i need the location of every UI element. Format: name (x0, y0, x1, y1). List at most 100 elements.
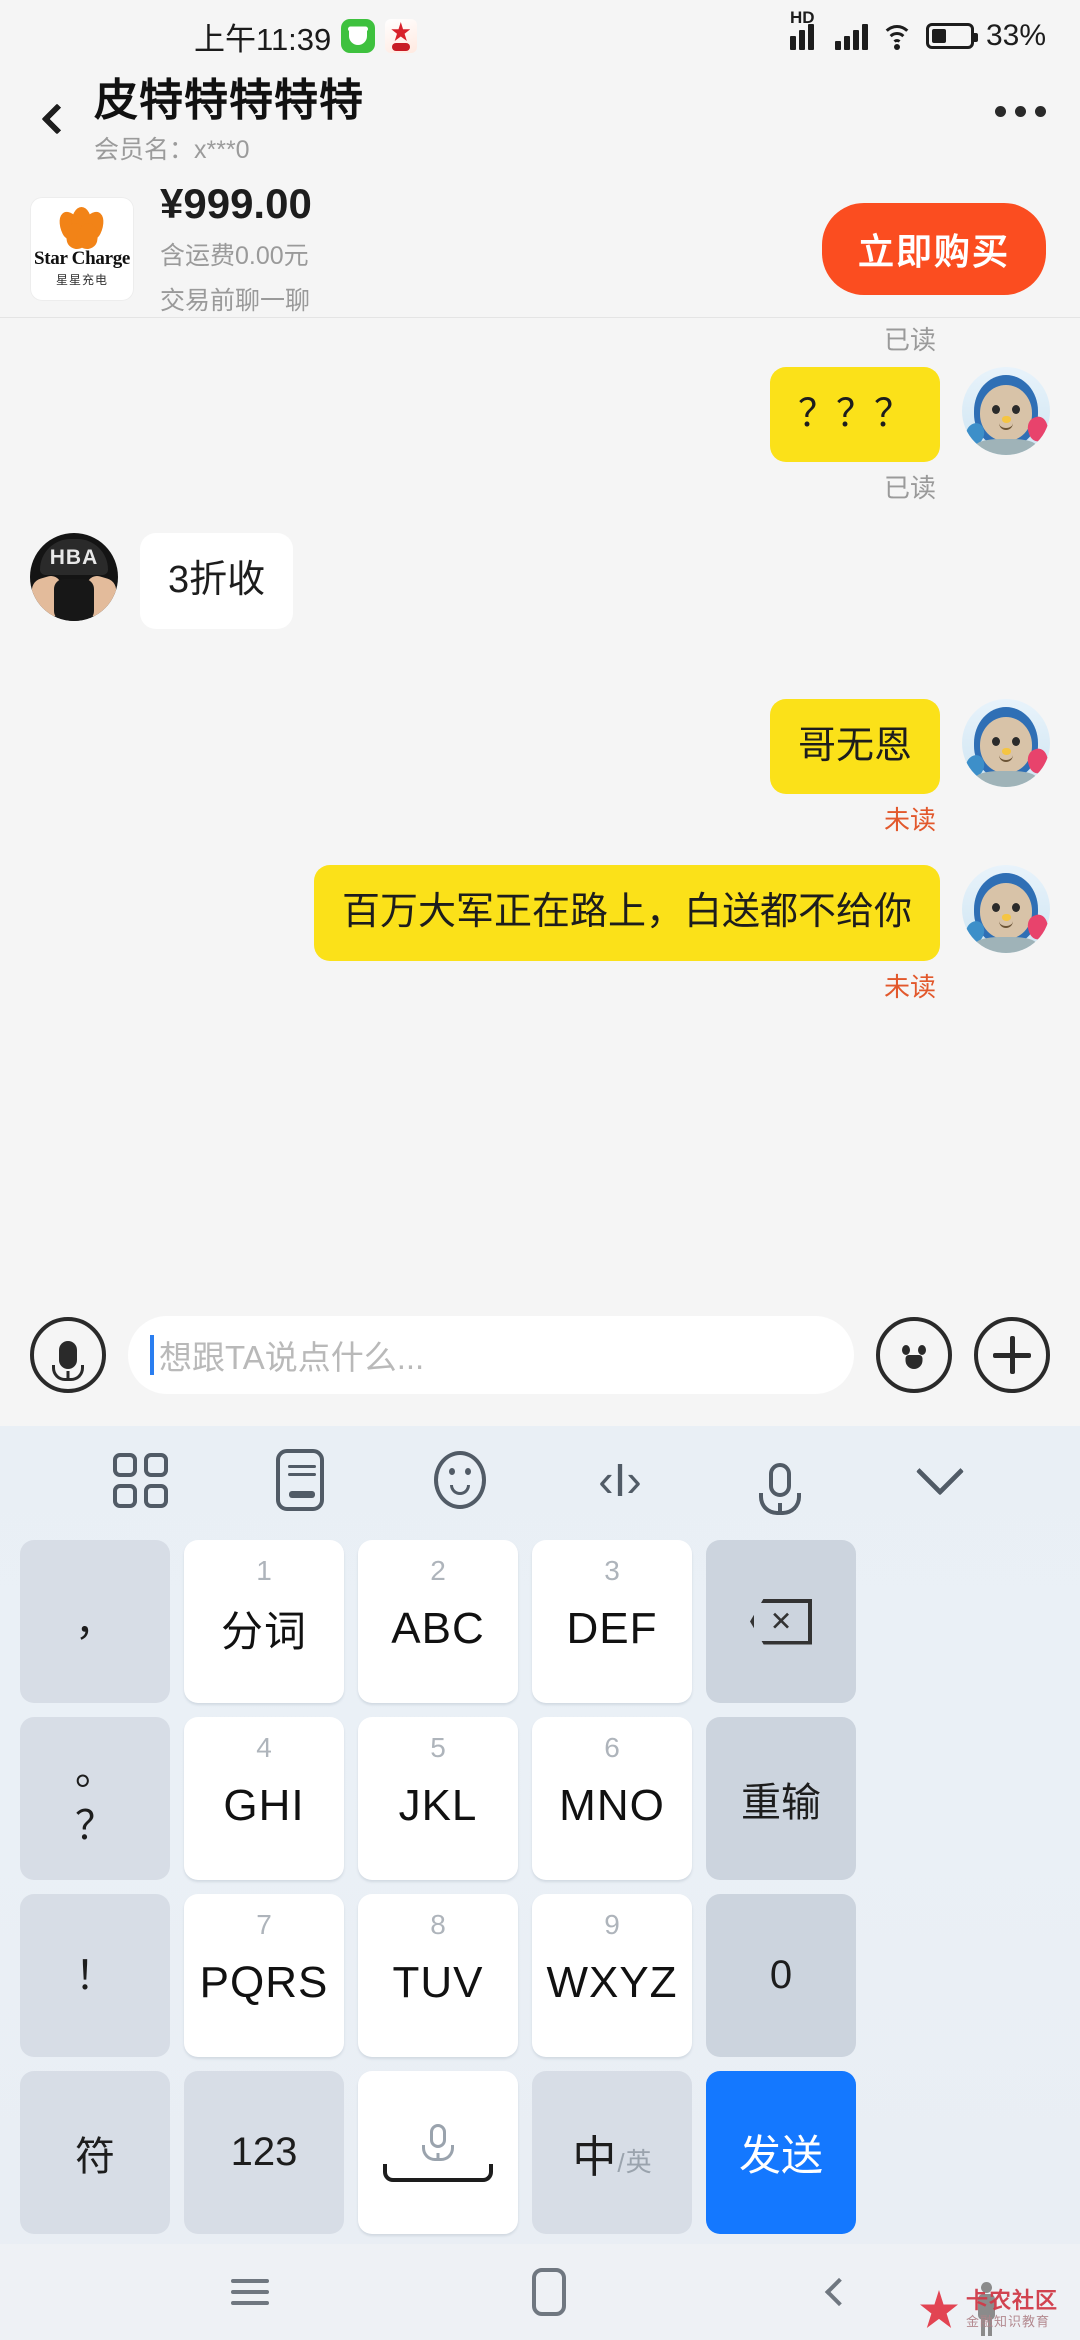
system-navigation-bar: 卡农社区 金融知识教育 (0, 2244, 1080, 2340)
android-app-icon (341, 19, 376, 53)
plus-icon (993, 1336, 1031, 1374)
key-1-fenci[interactable]: 1 分词 (184, 1540, 344, 1703)
back-icon[interactable] (824, 2277, 853, 2307)
header-titles: 皮特特特特特 会员名：x***0 (94, 76, 364, 166)
key-0[interactable]: 0 (706, 1894, 856, 2057)
key-number: 6 (604, 1732, 620, 1763)
hd-label: HD (789, 8, 815, 27)
watermark-title: 卡农社区 (965, 2288, 1058, 2313)
microphone-icon[interactable] (743, 1443, 817, 1517)
key-send[interactable]: 发送 (706, 2071, 856, 2234)
signal-bars-icon-2 (834, 22, 868, 50)
product-shipping: 含运费0.00元 (160, 242, 309, 270)
message-input-bar: 想跟TA说点什么... (0, 1284, 1080, 1426)
key-8-tuv[interactable]: 8 TUV (358, 1894, 518, 2057)
key-label: TUV (392, 1957, 484, 2007)
message-bubble[interactable]: ？？？ (769, 367, 940, 463)
key-5-jkl[interactable]: 5 JKL (358, 1717, 518, 1880)
battery-icon (925, 23, 978, 49)
buy-now-button[interactable]: 立即购买 (821, 202, 1046, 295)
message-status: 已读 (883, 473, 936, 504)
key-redo[interactable]: 重输 (706, 1717, 856, 1880)
key-label: GHI (223, 1780, 305, 1830)
key-number: 8 (430, 1909, 446, 1940)
signal-bars-icon: HD (789, 8, 823, 50)
recent-apps-icon[interactable] (231, 2279, 270, 2305)
emoji-button[interactable] (876, 1317, 952, 1393)
key-period-question[interactable]: 。 ？ (20, 1717, 170, 1880)
key-exclamation[interactable]: ！ (20, 1894, 170, 2057)
message-input-field[interactable]: 想跟TA说点什么... (128, 1316, 854, 1394)
home-icon[interactable] (531, 2268, 566, 2316)
key-space[interactable] (358, 2071, 518, 2234)
backspace-icon: ✕ (750, 1599, 812, 1645)
grid-apps-icon[interactable] (103, 1443, 177, 1517)
hba-avatar[interactable]: HBA (30, 533, 118, 622)
product-card[interactable]: Star Charge 星星充电 ¥999.00 含运费0.00元 交易前聊一聊… (0, 180, 1080, 318)
product-info: ¥999.00 含运费0.00元 交易前聊一聊 (160, 180, 312, 317)
keyboard-switch-icon[interactable] (263, 1443, 337, 1517)
message-bubble[interactable]: 3折收 (140, 533, 294, 629)
watermark: 卡农社区 金融知识教育 (916, 2286, 1058, 2332)
key-language-toggle[interactable]: 中 / 英 (532, 2071, 692, 2234)
seal-avatar[interactable] (962, 865, 1050, 954)
status-bar: 上午11:39 HD 33% (0, 0, 1080, 72)
red-app-icon (385, 19, 418, 53)
star-charge-logo-icon (54, 206, 109, 251)
input-placeholder: 想跟TA说点什么... (159, 1339, 425, 1376)
keyboard-keys: ， 1 分词 2 ABC 3 DEF ✕ 。 ？ 4 GHI 5 JKL 6 M… (14, 1534, 1066, 2234)
microphone-icon (59, 1341, 77, 1369)
seal-avatar[interactable] (962, 367, 1050, 455)
key-label: ABC (391, 1603, 485, 1653)
emoji-icon[interactable] (423, 1443, 497, 1517)
key-7-pqrs[interactable]: 7 PQRS (184, 1894, 344, 2057)
key-label: 分词 (220, 1608, 307, 1655)
text-cursor-icon[interactable]: ‹I› (583, 1443, 657, 1517)
key-number: 2 (430, 1555, 446, 1586)
battery-percent: 33% (985, 19, 1046, 52)
key-number: 4 (256, 1732, 272, 1763)
key-2-abc[interactable]: 2 ABC (358, 1540, 518, 1703)
key-number: 1 (256, 1555, 272, 1586)
key-6-mno[interactable]: 6 MNO (532, 1717, 692, 1880)
product-thumbnail: Star Charge 星星充电 (30, 196, 134, 301)
voice-input-button[interactable] (30, 1317, 106, 1393)
add-attachment-button[interactable] (974, 1317, 1050, 1393)
key-9-wxyz[interactable]: 9 WXYZ (532, 1894, 692, 2057)
on-screen-keyboard: ‹I› ， 1 分词 2 ABC 3 DEF ✕ 。 ？ 4 GHI 5 JKL… (0, 1426, 1080, 2244)
key-label-en: 英 (625, 2146, 652, 2177)
chat-message-list[interactable]: 已读 ？？？ 已读 HBA 3折收 哥无恩 未读 百万大军正在路上，白送都不给你… (0, 318, 1080, 1284)
key-label: 符 (75, 2134, 115, 2179)
status-bar-right: HD 33% (789, 8, 1046, 53)
seal-avatar[interactable] (962, 698, 1050, 787)
key-label: ！ (75, 1953, 115, 1998)
key-4-ghi[interactable]: 4 GHI (184, 1717, 344, 1880)
more-options-button[interactable] (995, 106, 1046, 117)
chevron-down-icon[interactable] (903, 1443, 977, 1517)
text-caret (150, 1335, 154, 1375)
keyboard-toolbar: ‹I› (14, 1426, 1066, 1534)
key-label: ？ (75, 1804, 115, 1849)
message-bubble[interactable]: 百万大军正在路上，白送都不给你 (313, 865, 940, 961)
wifi-icon (880, 23, 914, 49)
back-button[interactable] (26, 84, 88, 154)
status-bar-left: 上午11:39 (194, 14, 418, 59)
key-comma[interactable]: ， (20, 1540, 170, 1703)
message-bubble[interactable]: 哥无恩 (769, 698, 940, 795)
key-label: 123 (230, 2130, 298, 2174)
key-label: 。 (75, 1748, 115, 1793)
key-number: 7 (256, 1909, 272, 1940)
key-backspace[interactable]: ✕ (706, 1540, 856, 1703)
watermark-subtitle: 金融知识教育 (965, 2314, 1050, 2329)
key-numeric[interactable]: 123 (184, 2071, 344, 2234)
message-row-outgoing: 百万大军正在路上，白送都不给你 (30, 865, 1050, 961)
message-row-incoming: HBA 3折收 (30, 533, 1050, 629)
key-label: ， (75, 1599, 115, 1644)
key-3-def[interactable]: 3 DEF (532, 1540, 692, 1703)
member-name-label: 会员名：x***0 (94, 136, 250, 165)
key-label: MNO (559, 1780, 665, 1830)
key-symbols[interactable]: 符 (20, 2071, 170, 2234)
phone-screen: 上午11:39 HD 33% 皮特特特特特 会员名：x***0 Star Cha… (0, 0, 1080, 2340)
product-chat-note: 交易前聊一聊 (160, 287, 311, 315)
